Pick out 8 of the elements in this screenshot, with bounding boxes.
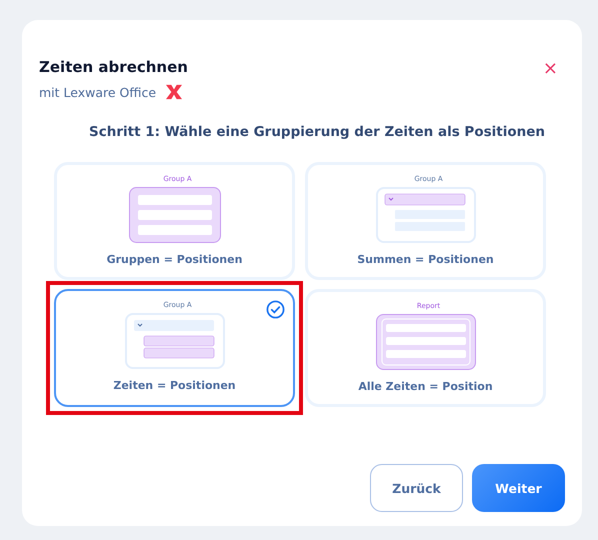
dialog-subtitle: mit Lexware Office: [39, 84, 156, 100]
back-button[interactable]: Zurück: [370, 464, 463, 512]
next-button[interactable]: Weiter: [472, 464, 565, 512]
x-logo-icon: [165, 84, 184, 100]
dialog-title: Zeiten abrechnen: [39, 58, 188, 76]
check-circle-icon: [266, 300, 285, 319]
close-button[interactable]: ×: [542, 60, 558, 78]
step-heading: Schritt 1: Wähle eine Gruppierung der Zeiten als Positionen: [88, 124, 546, 140]
